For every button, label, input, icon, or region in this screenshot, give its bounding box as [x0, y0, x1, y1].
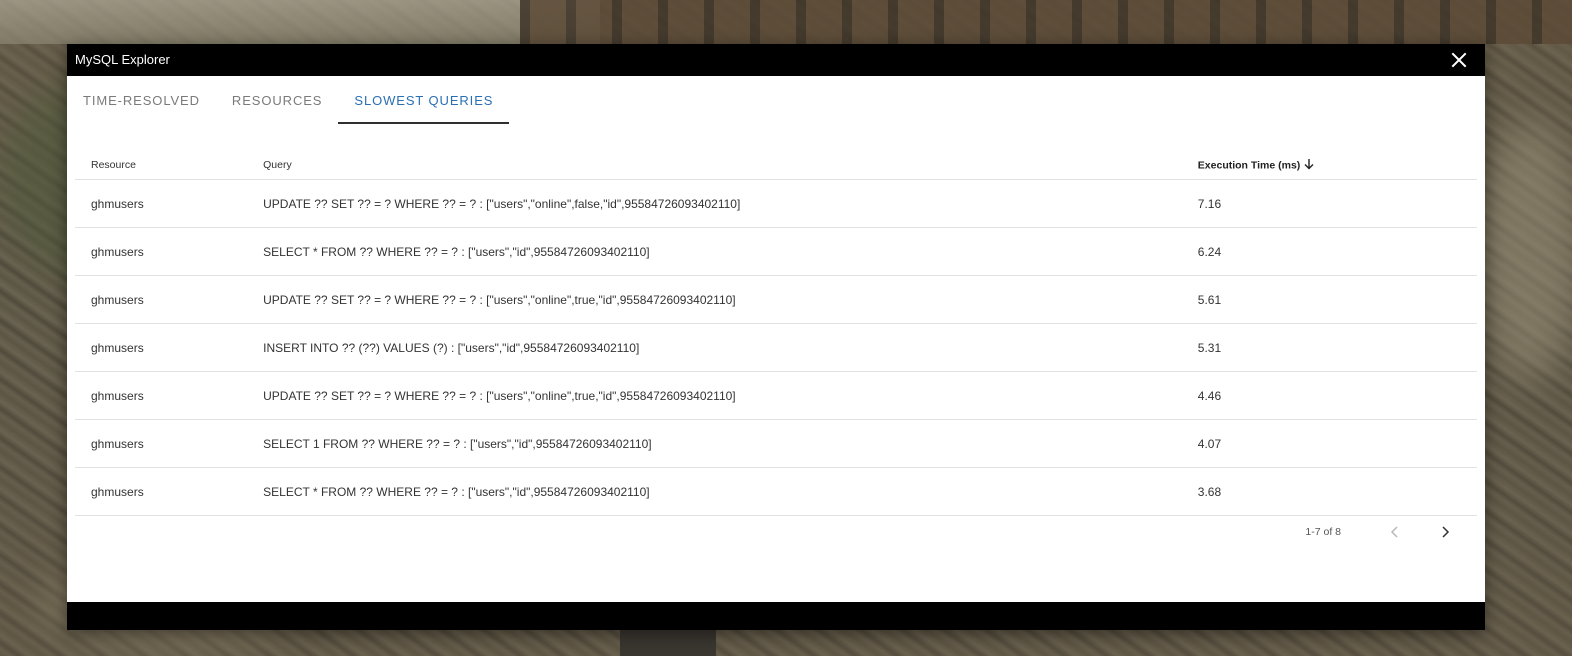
- pagination: 1-7 of 8: [1305, 516, 1461, 548]
- query-cell: INSERT INTO ?? (??) VALUES (?) : ["users…: [263, 323, 1198, 372]
- resource-cell: ghmusers: [75, 227, 264, 276]
- tab-resources[interactable]: RESOURCES: [216, 76, 338, 124]
- pagination-range: 1-7 of 8: [1305, 526, 1341, 538]
- execution-time-cell: 4.07: [1197, 419, 1477, 468]
- query-cell: UPDATE ?? SET ?? = ? WHERE ?? = ? : ["us…: [263, 371, 1198, 420]
- tab-slowest-queries[interactable]: SLOWEST QUERIES: [338, 76, 510, 124]
- footer-bar: [67, 602, 1485, 630]
- query-cell: SELECT 1 FROM ?? WHERE ?? = ? : ["users"…: [263, 419, 1198, 468]
- table-header-row: Resource Query Execution Time (ms): [75, 151, 1477, 180]
- tab-bar: TIME-RESOLVED RESOURCES SLOWEST QUERIES: [67, 76, 1485, 124]
- queries-table-container: Resource Query Execution Time (ms) ghmus…: [75, 151, 1477, 516]
- query-cell: SELECT * FROM ?? WHERE ?? = ? : ["users"…: [263, 227, 1198, 276]
- column-header-query[interactable]: Query: [263, 151, 1198, 180]
- execution-time-label[interactable]: Execution Time (ms): [1198, 159, 1301, 171]
- table-row[interactable]: ghmusers SELECT * FROM ?? WHERE ?? = ? :…: [75, 227, 1477, 276]
- table-row[interactable]: ghmusers UPDATE ?? SET ?? = ? WHERE ?? =…: [75, 275, 1477, 324]
- table-row[interactable]: ghmusers SELECT * FROM ?? WHERE ?? = ? :…: [75, 467, 1477, 516]
- background-fence: [520, 0, 1572, 44]
- execution-time-cell: 6.24: [1197, 227, 1477, 276]
- table-row[interactable]: ghmusers INSERT INTO ?? (??) VALUES (?) …: [75, 323, 1477, 372]
- background-dirt: [1480, 120, 1572, 380]
- table-row[interactable]: ghmusers SELECT 1 FROM ?? WHERE ?? = ? :…: [75, 419, 1477, 468]
- previous-page-button[interactable]: [1379, 516, 1411, 548]
- execution-time-cell: 3.68: [1197, 467, 1477, 516]
- resource-cell: ghmusers: [75, 323, 264, 372]
- resource-cell: ghmusers: [75, 371, 264, 420]
- background-figure: [620, 630, 716, 656]
- execution-time-cell: 5.61: [1197, 275, 1477, 324]
- column-header-execution-time[interactable]: Execution Time (ms): [1197, 151, 1477, 180]
- background-rock: [0, 0, 600, 44]
- query-cell: UPDATE ?? SET ?? = ? WHERE ?? = ? : ["us…: [263, 179, 1198, 228]
- window-title: MySQL Explorer: [75, 52, 170, 67]
- queries-table: Resource Query Execution Time (ms) ghmus…: [75, 151, 1477, 516]
- table-row[interactable]: ghmusers UPDATE ?? SET ?? = ? WHERE ?? =…: [75, 371, 1477, 420]
- resource-cell: ghmusers: [75, 179, 264, 228]
- resource-cell: ghmusers: [75, 467, 264, 516]
- resource-cell: ghmusers: [75, 419, 264, 468]
- execution-time-cell: 7.16: [1197, 179, 1477, 228]
- table-row[interactable]: ghmusers UPDATE ?? SET ?? = ? WHERE ?? =…: [75, 179, 1477, 228]
- chevron-left-icon: [1390, 526, 1398, 538]
- execution-time-cell: 4.46: [1197, 371, 1477, 420]
- arrow-down-icon[interactable]: [1303, 158, 1315, 173]
- column-header-resource[interactable]: Resource: [75, 151, 264, 180]
- resource-cell: ghmusers: [75, 275, 264, 324]
- close-icon: [1451, 52, 1467, 68]
- query-cell: SELECT * FROM ?? WHERE ?? = ? : ["users"…: [263, 467, 1198, 516]
- chevron-right-icon: [1442, 526, 1450, 538]
- mysql-explorer-window: MySQL Explorer TIME-RESOLVED RESOURCES S…: [67, 44, 1485, 630]
- next-page-button[interactable]: [1429, 516, 1461, 548]
- title-bar: MySQL Explorer: [67, 44, 1485, 76]
- execution-time-cell: 5.31: [1197, 323, 1477, 372]
- query-cell: UPDATE ?? SET ?? = ? WHERE ?? = ? : ["us…: [263, 275, 1198, 324]
- tab-time-resolved[interactable]: TIME-RESOLVED: [67, 76, 216, 124]
- close-button[interactable]: [1451, 52, 1467, 68]
